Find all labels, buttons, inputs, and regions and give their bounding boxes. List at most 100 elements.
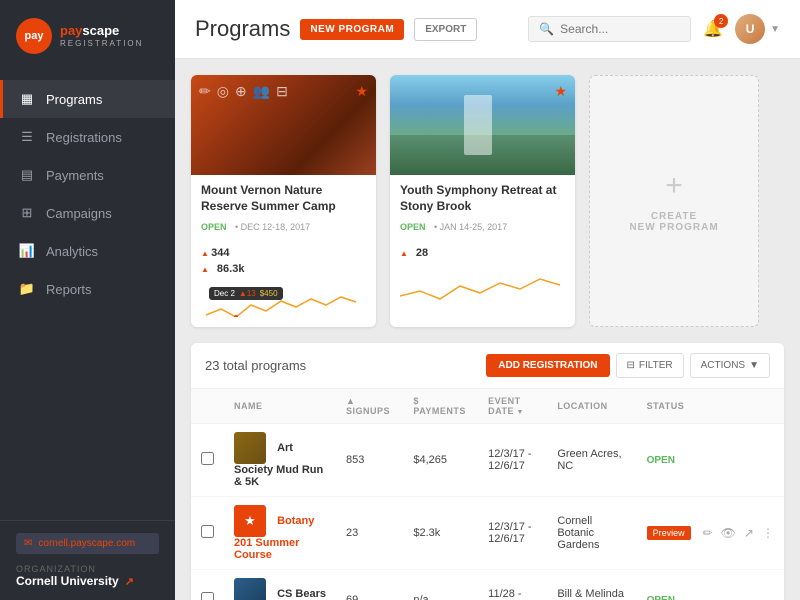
overlay-icon-3: ⊕	[235, 83, 247, 100]
row-thumbnail	[234, 432, 266, 464]
header: Programs NEW PROGRAM EXPORT 🔍 🔔 2 U ▼	[175, 0, 800, 59]
row-thumbnail-2: ★	[234, 505, 266, 537]
card-date: • DEC 12-18, 2017	[235, 222, 310, 232]
row-event-date: 12/3/17 - 12/6/17	[478, 424, 547, 497]
share-icon[interactable]: ↗	[125, 575, 134, 588]
sidebar-bottom: ✉ cornell.payscape.com ORGANIZATION Corn…	[0, 520, 175, 600]
checkbox-2[interactable]	[201, 525, 214, 538]
checkbox-1[interactable]	[201, 452, 214, 465]
search-icon: 🔍	[539, 22, 554, 36]
create-new-program-card[interactable]: + CREATENEW PROGRAM	[589, 75, 759, 327]
notification-bell[interactable]: 🔔 2	[703, 19, 723, 39]
card-stat-row: 344	[201, 247, 366, 259]
mini-chart-area-2	[390, 271, 575, 311]
new-program-button[interactable]: NEW PROGRAM	[300, 19, 404, 40]
org-label: ORGANIZATION	[16, 564, 159, 574]
table-section: 23 total programs ADD REGISTRATION ⊟ FIL…	[191, 343, 784, 600]
th-event-date[interactable]: EVENT DATE	[478, 389, 547, 424]
logo-text: payscape	[60, 24, 143, 38]
sidebar-item-programs[interactable]: ▦ Programs	[0, 80, 175, 118]
table-actions: ADD REGISTRATION ⊟ FILTER ACTIONS ▼	[486, 353, 770, 378]
content-area: ✏ ◎ ⊕ 👥 ⊟ ★ Mount Vernon Nature Reserve …	[175, 59, 800, 600]
export-button[interactable]: EXPORT	[414, 18, 477, 41]
filter-icon: ⊟	[627, 360, 635, 371]
logo-pay: pay	[60, 23, 82, 38]
chart-tooltip: Dec 2 ▲13 $450	[209, 287, 283, 300]
sidebar-item-campaigns[interactable]: ⊞ Campaigns	[0, 194, 175, 232]
add-registration-button[interactable]: ADD REGISTRATION	[486, 354, 609, 377]
sidebar-item-payments[interactable]: ▤ Payments	[0, 156, 175, 194]
avatar-container[interactable]: U ▼	[735, 14, 780, 44]
create-plus-icon: +	[665, 169, 683, 203]
row-status: OPEN	[637, 424, 784, 497]
mini-chart-area: Dec 2 ▲13 $450	[191, 287, 376, 327]
row-name-cell: Art Society Mud Run & 5K	[224, 424, 336, 497]
row-checkbox[interactable]	[191, 497, 224, 570]
program-cards: ✏ ◎ ⊕ 👥 ⊟ ★ Mount Vernon Nature Reserve …	[191, 75, 784, 327]
card-info-2: Youth Symphony Retreat at Stony Brook OP…	[390, 175, 575, 243]
notification-badge: 2	[714, 14, 728, 28]
row-checkbox[interactable]	[191, 570, 224, 600]
row-name-cell-3: CS Bears 2017 Hackathon	[224, 570, 336, 600]
header-right: 🔍 🔔 2 U ▼	[528, 14, 780, 44]
eye-icon[interactable]: 👁	[721, 526, 736, 540]
card-image-waterfall: ★	[390, 75, 575, 175]
row-action-icons: Preview ✏ 👁 ↗ ⋮	[647, 526, 774, 540]
row-checkbox[interactable]	[191, 424, 224, 497]
sidebar-item-reports[interactable]: 📁 Reports	[0, 270, 175, 308]
search-input[interactable]	[560, 22, 680, 36]
card-overlay-icons: ✏ ◎ ⊕ 👥 ⊟	[191, 75, 376, 108]
row-status-3: OPEN	[637, 570, 784, 600]
card-stat-sub-row: ▲ 86.3k	[201, 263, 366, 275]
th-payments[interactable]: $ PAYMENTS	[403, 389, 478, 424]
sidebar-item-registrations[interactable]: ☰ Registrations	[0, 118, 175, 156]
email-icon: ✉	[24, 538, 32, 549]
overlay-icon-2: ◎	[217, 83, 229, 100]
card-date-2: • JAN 14-25, 2017	[434, 222, 507, 232]
row-thumbnail-3	[234, 578, 266, 600]
sidebar-item-label: Payments	[46, 168, 104, 183]
status-badge-3: OPEN	[647, 595, 675, 600]
sidebar-item-analytics[interactable]: 📊 Analytics	[0, 232, 175, 270]
programs-icon: ▦	[18, 90, 36, 108]
search-box[interactable]: 🔍	[528, 16, 691, 42]
actions-button[interactable]: ACTIONS ▼	[690, 353, 770, 378]
th-location: LOCATION	[547, 389, 636, 424]
share-icon-row[interactable]: ↗	[744, 526, 754, 540]
stat-count: 344	[201, 247, 230, 259]
programs-table: NAME ▲ SIGNUPS $ PAYMENTS EVENT DATE LOC…	[191, 389, 784, 600]
card-star-icon-2: ★	[554, 83, 567, 100]
card-title: Mount Vernon Nature Reserve Summer Camp	[201, 183, 366, 214]
stat-sub: 86.3k	[217, 263, 245, 275]
tooltip-money: $450	[260, 289, 278, 298]
checkbox-3[interactable]	[201, 592, 214, 600]
th-status: STATUS	[637, 389, 784, 424]
status-badge: OPEN	[647, 455, 675, 466]
more-icon[interactable]: ⋮	[762, 526, 774, 540]
sidebar-item-label: Reports	[46, 282, 92, 297]
row-actions-2: Preview ✏ 👁 ↗ ⋮	[637, 497, 784, 570]
table-header: 23 total programs ADD REGISTRATION ⊟ FIL…	[191, 343, 784, 389]
total-programs-label: 23 total programs	[205, 358, 306, 373]
org-email[interactable]: ✉ cornell.payscape.com	[16, 533, 159, 554]
card-stats: 344 ▲ 86.3k	[191, 243, 376, 287]
card-info: Mount Vernon Nature Reserve Summer Camp …	[191, 175, 376, 243]
card-star-icon: ★	[355, 83, 368, 100]
reports-icon: 📁	[18, 280, 36, 298]
row-location: Green Acres, NC	[547, 424, 636, 497]
overlay-icon-4: 👥	[253, 83, 270, 100]
th-signups[interactable]: ▲ SIGNUPS	[336, 389, 403, 424]
logo-icon: pay	[16, 18, 52, 54]
edit-icon[interactable]: ✏	[703, 526, 713, 540]
program-card-youth-symphony[interactable]: ★ Youth Symphony Retreat at Stony Brook …	[390, 75, 575, 327]
filter-button[interactable]: ⊟ FILTER	[616, 353, 684, 378]
row-location-2: Cornell Botanic Gardens	[547, 497, 636, 570]
table-row: ★ Botany 201 Summer Course 23 $2.3k 12/3…	[191, 497, 784, 570]
program-card-mount-vernon[interactable]: ✏ ◎ ⊕ 👥 ⊟ ★ Mount Vernon Nature Reserve …	[191, 75, 376, 327]
preview-label: Preview	[647, 526, 691, 540]
card-status-2: OPEN	[400, 222, 426, 232]
row-event-date-3: 11/28 - 12/2/17	[478, 570, 547, 600]
card-status: OPEN	[201, 222, 227, 232]
sidebar-item-label: Analytics	[46, 244, 98, 259]
table-header-row: NAME ▲ SIGNUPS $ PAYMENTS EVENT DATE LOC…	[191, 389, 784, 424]
